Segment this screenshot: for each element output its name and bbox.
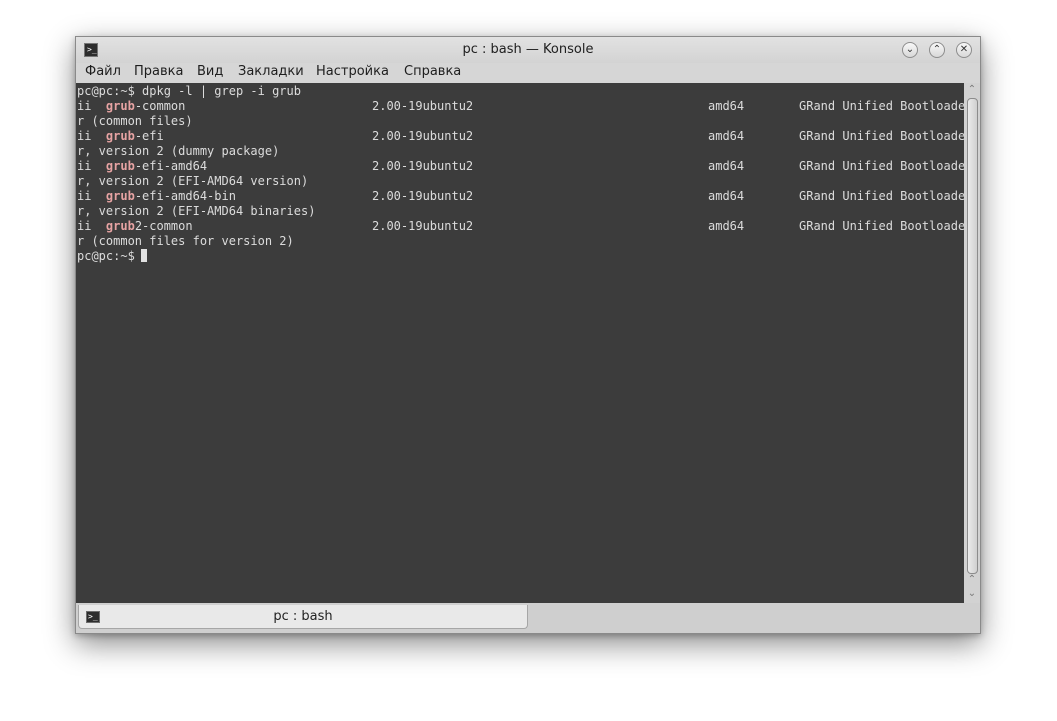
package-description: GRand Unified Bootloade (799, 129, 964, 143)
package-row: ii grub-efi-amd64-bin (77, 189, 236, 204)
command-line: pc@pc:~$ dpkg -l | grep -i grub (77, 84, 301, 99)
current-prompt: pc@pc:~$ (77, 249, 135, 263)
package-version: 2.00-19ubuntu2 (372, 159, 474, 173)
package-arch: amd64 (708, 159, 745, 173)
package-arch: amd64 (708, 129, 745, 143)
package-description: GRand Unified Bootloade (799, 159, 964, 173)
menu-file[interactable]: Файл (85, 64, 121, 79)
package-description-wrap: r, version 2 (dummy package) (77, 144, 280, 158)
package-version: 2.00-19ubuntu2 (372, 219, 474, 233)
package-description-wrap: r (common files) (77, 114, 193, 128)
package-name-suffix: 2-common (134, 219, 193, 233)
package-description-wrap: r, version 2 (EFI-AMD64 version) (77, 174, 309, 188)
package-description: GRand Unified Bootloade (799, 219, 964, 233)
maximize-button[interactable]: ⌃ (929, 42, 945, 58)
command-text: dpkg -l | grep -i grub (142, 84, 301, 98)
minimize-button[interactable]: ⌄ (902, 42, 918, 58)
text-cursor (141, 249, 147, 262)
vertical-scrollbar[interactable]: ⌃ ⌃ ⌄ (964, 83, 980, 603)
package-status: ii (77, 99, 92, 113)
konsole-window: >_ pc : bash — Konsole ⌄ ⌃ ✕ Файл Правка… (75, 36, 981, 634)
menu-edit[interactable]: Правка (134, 64, 183, 79)
grep-match: grub (105, 99, 135, 113)
package-arch: amd64 (708, 189, 745, 203)
title-bar[interactable]: >_ pc : bash — Konsole ⌄ ⌃ ✕ (76, 37, 980, 63)
package-version: 2.00-19ubuntu2 (372, 189, 474, 203)
package-name-suffix: -efi (134, 129, 164, 143)
package-status: ii (77, 189, 92, 203)
menu-view[interactable]: Вид (197, 64, 223, 79)
package-description-wrap: r (common files for version 2) (77, 234, 294, 248)
terminal-output[interactable]: pc@pc:~$ dpkg -l | grep -i grub ii grub-… (76, 83, 964, 603)
package-name-suffix: -common (134, 99, 186, 113)
package-name-suffix: -efi-amd64-bin (134, 189, 236, 203)
scroll-down-arrow-icon[interactable]: ⌄ (964, 587, 980, 601)
window-title: pc : bash — Konsole (462, 42, 594, 57)
menu-bar: Файл Правка Вид Закладки Настройка Справ… (76, 63, 980, 83)
scroll-up-arrow-icon[interactable]: ⌃ (964, 573, 980, 587)
scrollbar-thumb[interactable] (967, 98, 978, 574)
grep-match: grub (105, 189, 135, 203)
package-version: 2.00-19ubuntu2 (372, 129, 474, 143)
menu-settings[interactable]: Настройка (316, 64, 389, 79)
menu-help[interactable]: Справка (404, 64, 461, 79)
package-arch: amd64 (708, 99, 745, 113)
package-row: ii grub-common (77, 99, 185, 114)
grep-match: grub (105, 159, 135, 173)
package-description-wrap: r, version 2 (EFI-AMD64 binaries) (77, 204, 316, 218)
prompt: pc@pc:~$ (77, 84, 135, 98)
package-status: ii (77, 159, 92, 173)
package-row: ii grub2-common (77, 219, 193, 234)
menu-bookmarks[interactable]: Закладки (238, 64, 304, 79)
package-description: GRand Unified Bootloade (799, 189, 964, 203)
tab-label: pc : bash (273, 609, 333, 624)
package-arch: amd64 (708, 219, 745, 233)
package-status: ii (77, 129, 92, 143)
package-row: ii grub-efi (77, 129, 164, 144)
grep-match: grub (105, 219, 135, 233)
close-button[interactable]: ✕ (956, 42, 972, 58)
tab-pc-bash[interactable]: >_ pc : bash (78, 605, 528, 629)
package-version: 2.00-19ubuntu2 (372, 99, 474, 113)
grep-match: grub (105, 129, 135, 143)
package-description: GRand Unified Bootloade (799, 99, 964, 113)
scroll-up-arrow-icon[interactable]: ⌃ (964, 83, 980, 97)
package-row: ii grub-efi-amd64 (77, 159, 207, 174)
package-status: ii (77, 219, 92, 233)
package-name-suffix: -efi-amd64 (134, 159, 208, 173)
tab-bar: >_ pc : bash (76, 603, 980, 633)
